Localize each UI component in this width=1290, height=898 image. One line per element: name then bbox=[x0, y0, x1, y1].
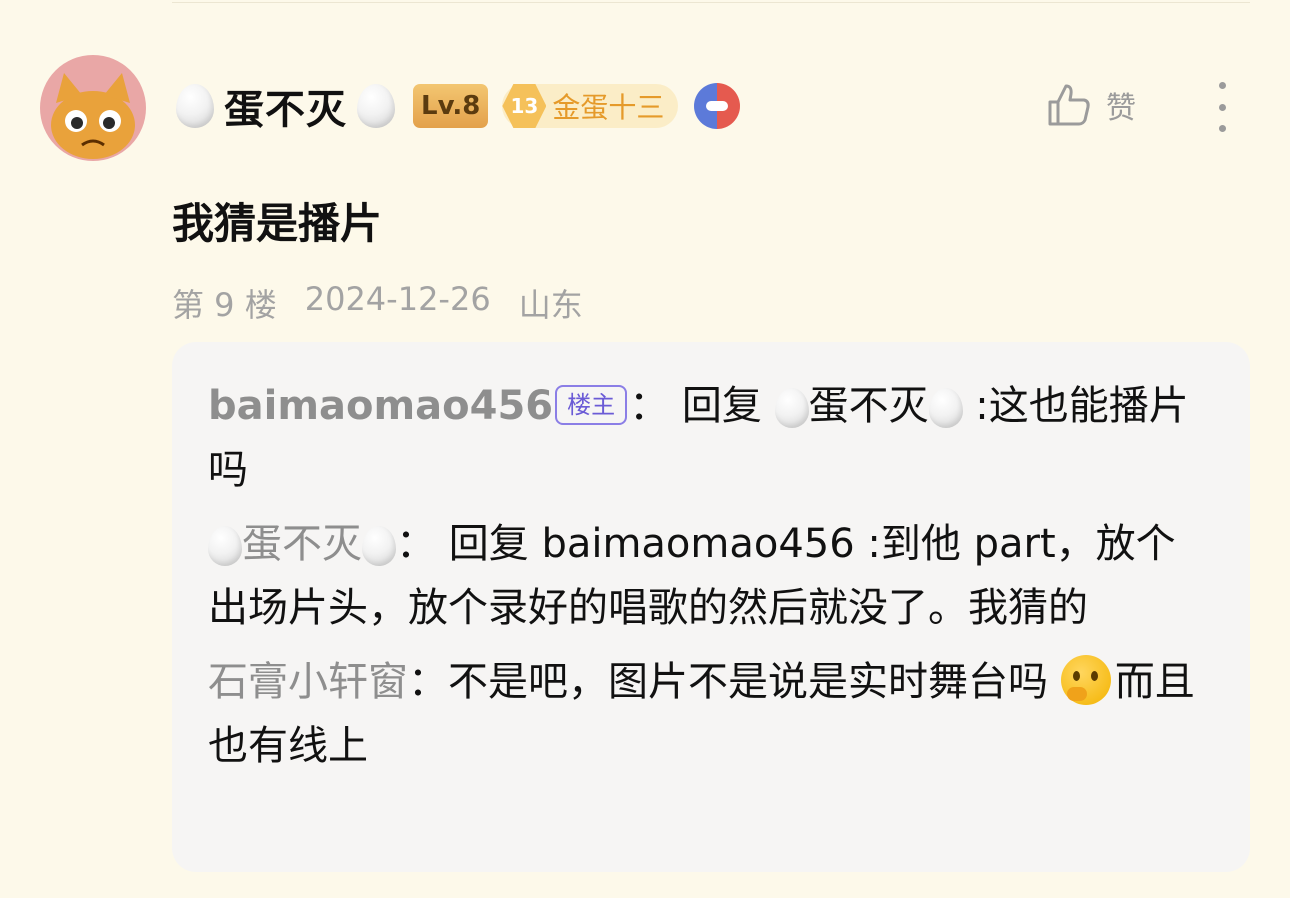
floor-number: 第 9 楼 bbox=[172, 286, 277, 324]
member-badge-icon bbox=[694, 83, 741, 129]
reply-target[interactable]: 蛋不灭 bbox=[809, 383, 929, 429]
egg-icon bbox=[928, 388, 963, 428]
reply-text: 不是吧，图片不是说是实时舞台吗 bbox=[448, 659, 1048, 705]
reply-prefix: 回复 bbox=[448, 521, 529, 567]
user-row: 蛋不灭 Lv.8 13 金蛋十三 bbox=[176, 77, 741, 135]
avatar[interactable] bbox=[40, 55, 146, 161]
egg-icon bbox=[774, 388, 809, 428]
comment-meta: 第 9 楼 2024-12-26 山东 bbox=[172, 280, 583, 326]
reply-item[interactable]: 石膏小轩窗：不是吧，图片不是说是实时舞台吗 而且也有线上 bbox=[208, 650, 1198, 778]
comment-content: 我猜是播片 bbox=[172, 199, 383, 248]
replies-panel: baimaomao456 楼主： 回复 蛋不灭 :这也能播片吗 蛋不灭： 回复 b… bbox=[172, 342, 1250, 872]
reply-author[interactable]: baimaomao456 bbox=[208, 383, 553, 429]
cat-avatar-icon bbox=[51, 73, 135, 159]
thumbs-up-icon bbox=[1048, 84, 1090, 126]
comment-date: 2024-12-26 bbox=[304, 280, 491, 318]
egg-icon bbox=[176, 84, 214, 128]
divider bbox=[172, 2, 1250, 3]
reply-author[interactable]: 蛋不灭 bbox=[242, 521, 362, 567]
reply-author[interactable]: 石膏小轩窗 bbox=[208, 659, 408, 705]
reply-item[interactable]: 蛋不灭： 回复 baimaomao456 :到他 part，放个出场片头，放个录… bbox=[208, 512, 1198, 640]
like-label: 赞 bbox=[1106, 91, 1136, 126]
egg-icon bbox=[208, 526, 242, 566]
reply-prefix: 回复 bbox=[681, 383, 762, 429]
reply-item[interactable]: baimaomao456 楼主： 回复 蛋不灭 :这也能播片吗 bbox=[208, 374, 1198, 502]
comment-page: 蛋不灭 Lv.8 13 金蛋十三 赞 我猜是播片 第 9 楼 2024-12-2… bbox=[0, 0, 1290, 898]
egg-icon bbox=[362, 526, 396, 566]
egg-icon bbox=[357, 84, 395, 128]
fan-level-number: 13 bbox=[502, 84, 547, 128]
fan-badge[interactable]: 13 金蛋十三 bbox=[502, 84, 679, 128]
host-badge: 楼主 bbox=[555, 385, 628, 425]
username[interactable]: 蛋不灭 bbox=[224, 77, 347, 135]
level-badge: Lv.8 bbox=[413, 84, 489, 128]
fan-title: 金蛋十三 bbox=[552, 91, 665, 124]
thinking-face-icon bbox=[1060, 655, 1111, 705]
like-button[interactable]: 赞 bbox=[1046, 82, 1136, 128]
reply-target[interactable]: baimaomao456 bbox=[541, 521, 854, 567]
more-options-icon[interactable] bbox=[1212, 82, 1232, 132]
comment-location: 山东 bbox=[518, 286, 583, 324]
